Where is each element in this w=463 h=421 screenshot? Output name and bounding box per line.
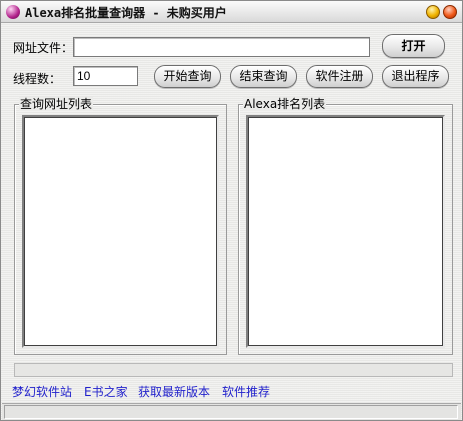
close-button[interactable] <box>443 5 457 19</box>
url-list-title: 查询网址列表 <box>19 97 94 111</box>
open-button[interactable]: 打开 <box>382 34 445 58</box>
window-title: Alexa排名批量查询器 - 未购买用户 <box>25 6 227 20</box>
rank-list-title: Alexa排名列表 <box>243 97 327 111</box>
rank-list[interactable] <box>246 115 445 348</box>
app-icon <box>6 5 20 19</box>
start-query-button[interactable]: 开始查询 <box>154 65 221 88</box>
register-button[interactable]: 软件注册 <box>306 65 373 88</box>
url-list-group: 查询网址列表 <box>14 97 227 355</box>
status-bar <box>2 403 461 420</box>
url-file-label: 网址文件： <box>13 41 74 55</box>
thread-count-input[interactable]: 10 <box>73 66 138 86</box>
status-pane <box>4 405 458 419</box>
link-dream-software[interactable]: 梦幻软件站 <box>12 383 72 400</box>
link-latest-version[interactable]: 获取最新版本 <box>138 383 210 400</box>
exit-button[interactable]: 退出程序 <box>382 65 449 88</box>
app-window: Alexa排名批量查询器 - 未购买用户 网址文件： 打开 线程数： 10 开始… <box>0 0 463 421</box>
progress-bar <box>14 363 453 377</box>
link-ebook-home[interactable]: E书之家 <box>84 383 128 400</box>
url-file-input[interactable] <box>73 37 370 57</box>
link-software-recommend[interactable]: 软件推荐 <box>222 383 270 400</box>
url-list[interactable] <box>22 115 219 348</box>
minimize-button[interactable] <box>426 5 440 19</box>
stop-query-button[interactable]: 结束查询 <box>230 65 297 88</box>
rank-list-group: Alexa排名列表 <box>238 97 453 355</box>
thread-count-label: 线程数： <box>13 72 62 86</box>
title-bar[interactable]: Alexa排名批量查询器 - 未购买用户 <box>1 1 462 23</box>
